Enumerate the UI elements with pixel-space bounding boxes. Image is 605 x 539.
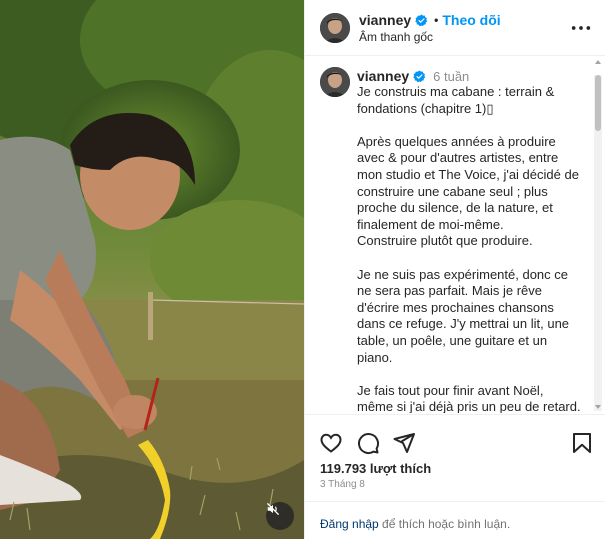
post-header: vianney • Theo dõi Âm thanh gốc [305, 0, 605, 56]
caption-text: Je construis ma cabane : terrain & fonda… [357, 84, 581, 413]
follow-button[interactable]: Theo dõi [442, 12, 500, 28]
heart-icon[interactable] [319, 431, 343, 455]
post-time-ago[interactable]: 6 tuần [433, 69, 469, 84]
bookmark-icon[interactable] [570, 431, 594, 455]
caption-scrollbar-thumb[interactable] [595, 75, 601, 131]
caption-header: vianney 6 tuần [357, 68, 469, 84]
likes-count[interactable]: 119.793 lượt thích [320, 461, 431, 476]
verified-badge-icon [413, 70, 426, 82]
login-link[interactable]: Đăng nhập [320, 517, 379, 531]
share-icon[interactable] [392, 431, 416, 455]
more-horizontal-icon[interactable] [570, 20, 592, 36]
login-prompt: Đăng nhập để thích hoặc bình luận. [305, 501, 605, 539]
mute-button[interactable] [266, 502, 294, 530]
login-prompt-text: để thích hoặc bình luận. [378, 517, 511, 531]
avatar[interactable] [320, 67, 350, 97]
caption-section: vianney 6 tuần Je construis ma cabane : … [305, 57, 605, 413]
scroll-down-arrow-icon[interactable] [595, 405, 601, 409]
header-user-row: vianney • Theo dõi [359, 12, 501, 28]
profile-picture [320, 13, 350, 43]
avatar[interactable] [320, 13, 350, 43]
post-sidebar: vianney • Theo dõi Âm thanh gốc vianney … [304, 0, 605, 539]
post-actions: 119.793 lượt thích 3 Tháng 8 Đăng nhập đ… [305, 414, 605, 539]
header-username[interactable]: vianney [359, 12, 411, 28]
post-date[interactable]: 3 Tháng 8 [320, 479, 365, 490]
profile-picture [320, 67, 350, 97]
post-video[interactable] [0, 0, 304, 539]
volume-muted-icon [267, 503, 279, 515]
video-frame-image [0, 0, 304, 539]
separator-dot: • [434, 13, 439, 27]
instagram-post: vianney • Theo dõi Âm thanh gốc vianney … [0, 0, 605, 539]
audio-label[interactable]: Âm thanh gốc [359, 30, 433, 44]
caption-username[interactable]: vianney [357, 68, 409, 84]
scroll-up-arrow-icon[interactable] [595, 60, 601, 64]
comment-icon[interactable] [356, 431, 380, 455]
verified-badge-icon [415, 14, 428, 26]
